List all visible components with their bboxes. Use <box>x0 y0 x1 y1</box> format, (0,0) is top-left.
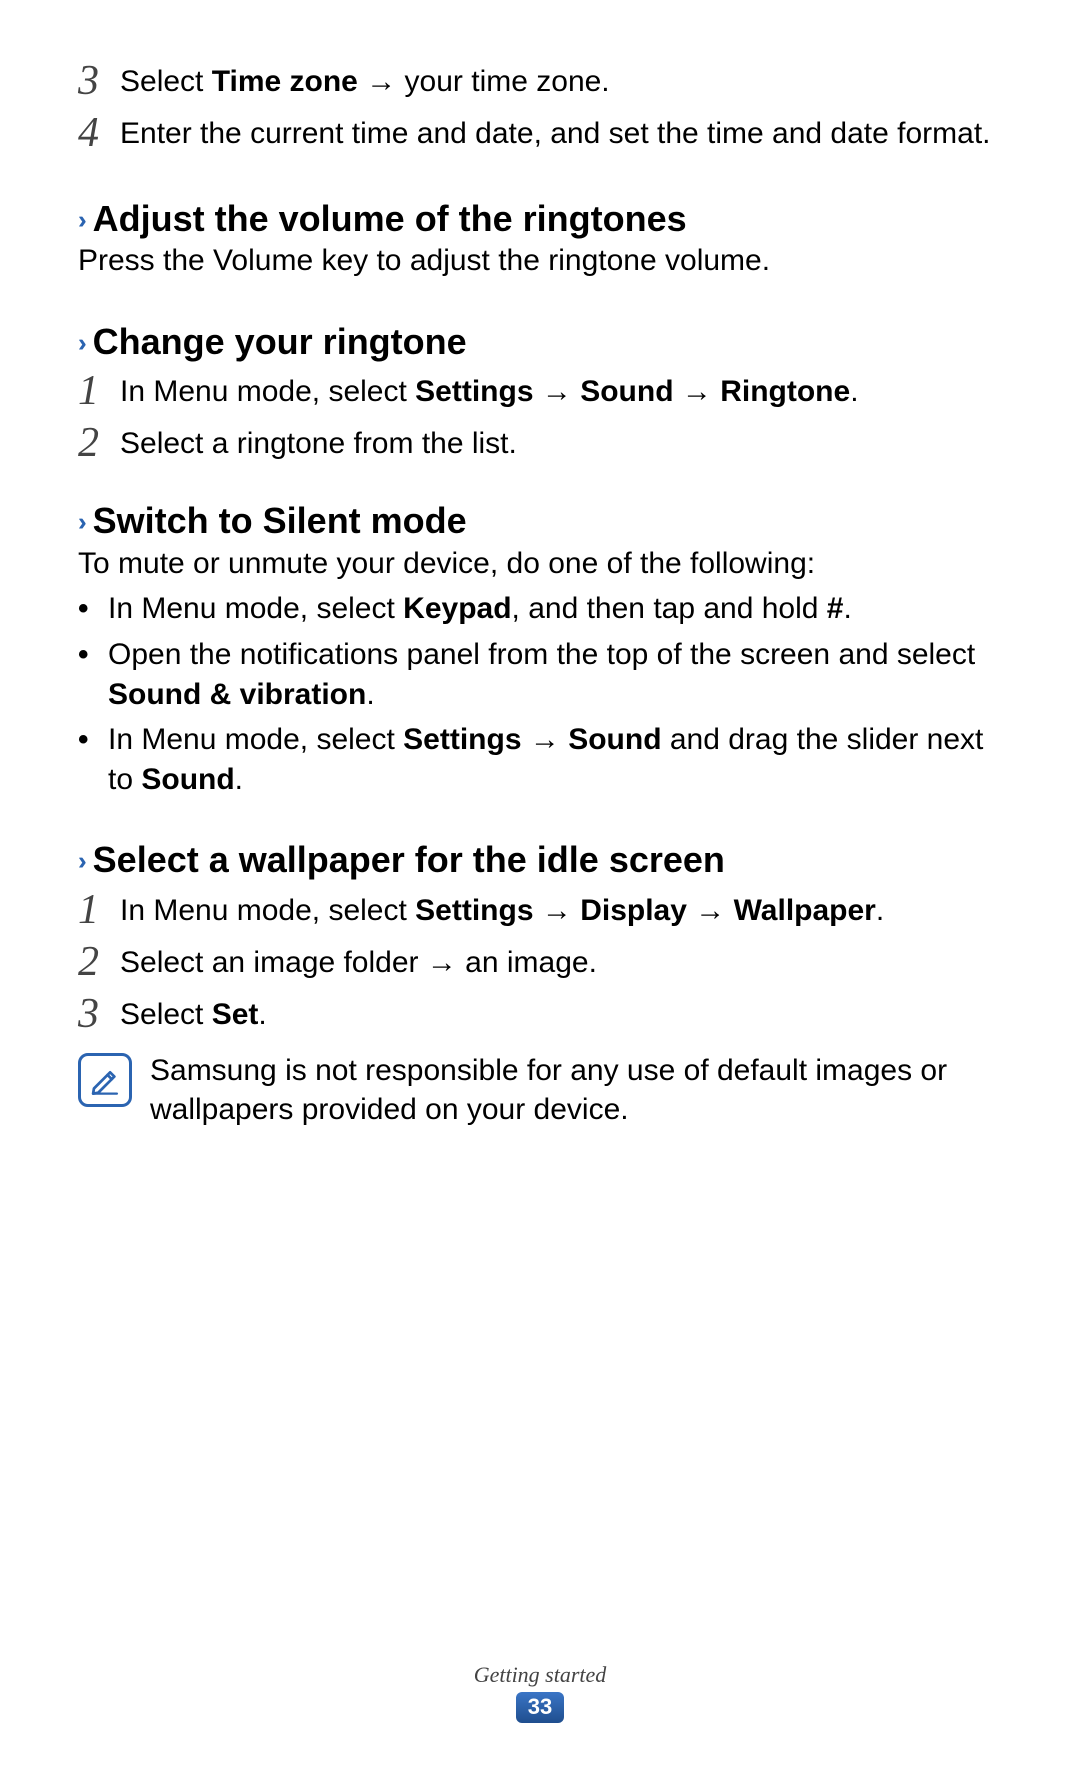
step-item: 3 Select Time zone your time zone. <box>78 60 1002 102</box>
chevron-icon: ›› <box>78 331 79 356</box>
step-item: 2 Select an image folder an image. <box>78 941 1002 983</box>
section-heading: ›› Select a wallpaper for the idle scree… <box>78 839 1002 880</box>
step-text: Select an image folder an image. <box>120 941 597 982</box>
page-number: 33 <box>516 1692 564 1723</box>
step-text: Select a ringtone from the list. <box>120 422 517 463</box>
step-number: 3 <box>78 993 120 1035</box>
chevron-icon: ›› <box>78 510 79 535</box>
page-footer: Getting started 33 <box>0 1662 1080 1723</box>
section-title: Select a wallpaper for the idle screen <box>93 839 725 880</box>
section-body: Press the Volume key to adjust the ringt… <box>78 241 1002 281</box>
step-item: 1 In Menu mode, select Settings Display … <box>78 889 1002 931</box>
step-number: 4 <box>78 112 120 154</box>
step-text: Select Time zone your time zone. <box>120 60 610 101</box>
bullet-item: • Open the notifications panel from the … <box>78 635 1002 714</box>
section-heading: ›› Adjust the volume of the ringtones <box>78 198 1002 239</box>
step-number: 2 <box>78 941 120 983</box>
step-item: 2 Select a ringtone from the list. <box>78 422 1002 464</box>
bullet-icon: • <box>78 589 108 629</box>
manual-page: 3 Select Time zone your time zone. 4 Ent… <box>0 0 1080 1771</box>
step-item: 3 Select Set. <box>78 993 1002 1035</box>
bullet-text: In Menu mode, select Keypad, and then ta… <box>108 589 852 629</box>
chevron-icon: ›› <box>78 208 79 233</box>
section-heading: ›› Change your ringtone <box>78 321 1002 362</box>
step-item: 4 Enter the current time and date, and s… <box>78 112 1002 154</box>
section-heading: ›› Switch to Silent mode <box>78 500 1002 541</box>
step-number: 3 <box>78 60 120 102</box>
section-title: Switch to Silent mode <box>93 500 467 541</box>
section-title: Change your ringtone <box>93 321 467 362</box>
step-number: 2 <box>78 422 120 464</box>
note-row: Samsung is not responsible for any use o… <box>78 1049 1002 1130</box>
step-item: 1 In Menu mode, select Settings Sound Ri… <box>78 370 1002 412</box>
step-number: 1 <box>78 889 120 931</box>
bullet-icon: • <box>78 635 108 675</box>
step-text: Select Set. <box>120 993 267 1034</box>
section-body: To mute or unmute your device, do one of… <box>78 544 1002 584</box>
step-number: 1 <box>78 370 120 412</box>
bullet-item: • In Menu mode, select Keypad, and then … <box>78 589 1002 629</box>
footer-section-title: Getting started <box>0 1662 1080 1688</box>
chevron-icon: ›› <box>78 849 79 874</box>
bullet-item: • In Menu mode, select Settings Sound an… <box>78 720 1002 799</box>
step-text: Enter the current time and date, and set… <box>120 112 991 153</box>
note-text: Samsung is not responsible for any use o… <box>150 1049 1002 1130</box>
section-title: Adjust the volume of the ringtones <box>93 198 687 239</box>
bullet-text: Open the notifications panel from the to… <box>108 635 1002 714</box>
step-text: In Menu mode, select Settings Display Wa… <box>120 889 884 930</box>
bullet-icon: • <box>78 720 108 760</box>
bullet-text: In Menu mode, select Settings Sound and … <box>108 720 1002 799</box>
step-text: In Menu mode, select Settings Sound Ring… <box>120 370 859 411</box>
note-icon <box>78 1053 132 1107</box>
